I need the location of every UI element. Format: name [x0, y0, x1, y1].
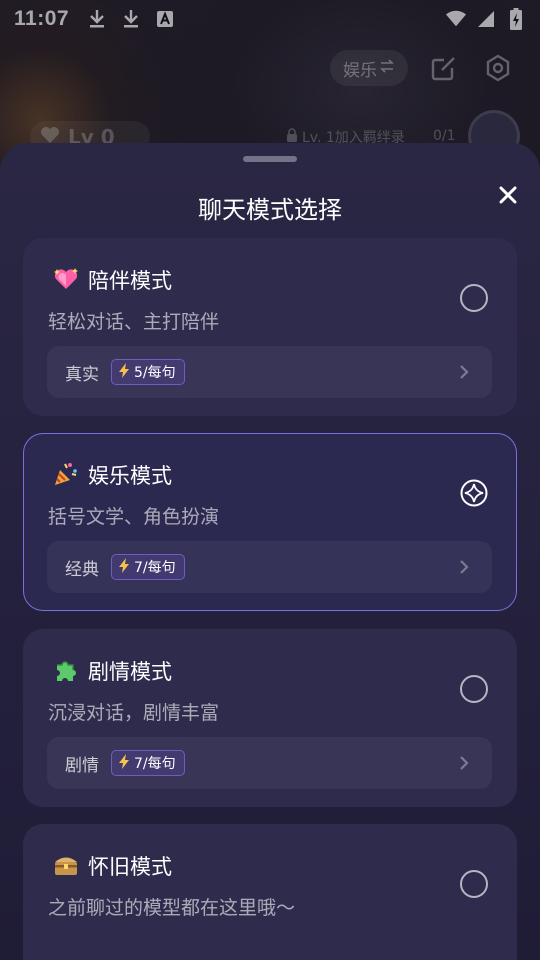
party-popper-icon	[52, 460, 80, 488]
mode-radio[interactable]	[460, 284, 488, 312]
mode-card-story[interactable]: 剧情模式 沉浸对话，剧情丰富 剧情 7/每句	[23, 629, 517, 807]
mode-card-nostalgia[interactable]: 怀旧模式 之前聊过的模型都在这里哦～	[23, 824, 517, 960]
cost-text: 7/每句	[134, 560, 176, 576]
cost-text: 5/每句	[134, 365, 176, 381]
mode-subtitle: 之前聊过的模型都在这里哦～	[48, 897, 296, 919]
mode-title: 娱乐模式	[88, 464, 172, 488]
sparkling-heart-icon	[52, 265, 80, 293]
chat-mode-sheet: 聊天模式选择 陪伴模式 轻松对话、主打陪伴 真实 5/每句 娱乐模式 括号文学、…	[0, 143, 540, 960]
mode-card-entertainment[interactable]: 娱乐模式 括号文学、角色扮演 经典 7/每句	[23, 433, 517, 611]
mode-title: 陪伴模式	[88, 269, 172, 293]
mode-tag: 真实	[65, 364, 99, 385]
mode-detail-row[interactable]: 真实 5/每句	[47, 346, 492, 398]
chevron-right-icon	[454, 362, 474, 382]
mode-radio[interactable]	[460, 675, 488, 703]
mode-card-companion[interactable]: 陪伴模式 轻松对话、主打陪伴 真实 5/每句	[23, 238, 517, 416]
mode-subtitle: 轻松对话、主打陪伴	[48, 311, 220, 333]
bolt-icon	[118, 557, 130, 577]
treasure-box-icon	[52, 851, 80, 879]
chevron-right-icon	[454, 557, 474, 577]
mode-detail-row[interactable]: 经典 7/每句	[47, 541, 492, 593]
chevron-right-icon	[454, 753, 474, 773]
mode-detail-row[interactable]: 剧情 7/每句	[47, 737, 492, 789]
mode-subtitle: 沉浸对话，剧情丰富	[48, 702, 220, 724]
cost-badge: 7/每句	[111, 554, 185, 580]
mode-subtitle: 括号文学、角色扮演	[48, 506, 220, 528]
puzzle-piece-icon	[52, 656, 80, 684]
close-icon[interactable]	[494, 181, 522, 209]
mode-title: 剧情模式	[88, 660, 172, 684]
sheet-drag-handle[interactable]	[243, 156, 297, 162]
cost-text: 7/每句	[134, 756, 176, 772]
mode-tag: 剧情	[65, 755, 99, 776]
mode-radio-selected[interactable]	[460, 479, 488, 507]
cost-badge: 5/每句	[111, 359, 185, 385]
sheet-title: 聊天模式选择	[198, 196, 342, 224]
cost-badge: 7/每句	[111, 750, 185, 776]
mode-title: 怀旧模式	[88, 855, 172, 879]
mode-tag: 经典	[65, 559, 99, 580]
bolt-icon	[118, 753, 130, 773]
mode-radio[interactable]	[460, 870, 488, 898]
bolt-icon	[118, 362, 130, 382]
